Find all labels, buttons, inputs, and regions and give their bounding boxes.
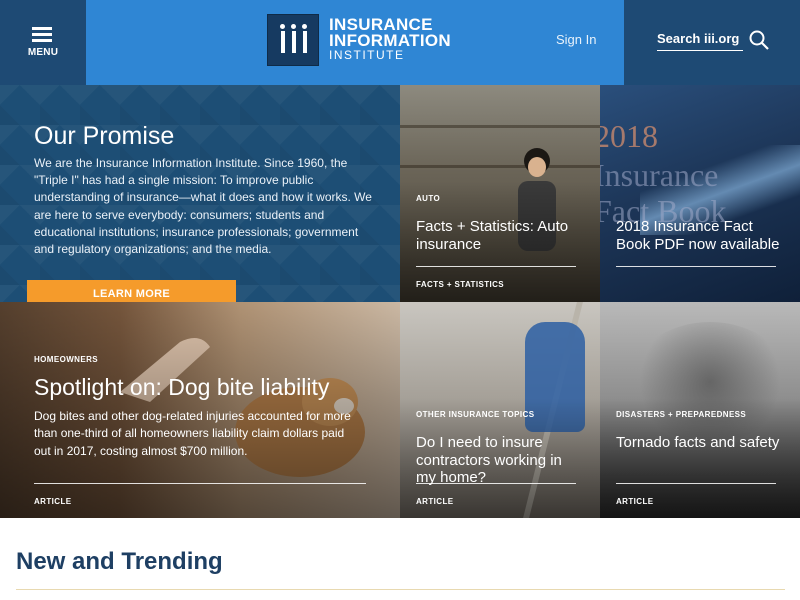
- search-area: Search iii.org: [624, 0, 800, 85]
- fact-book-cover-line2: Insurance: [600, 157, 719, 193]
- homeowners-title[interactable]: Spotlight on: Dog bite liability: [34, 374, 329, 401]
- contractors-category: OTHER INSURANCE TOPICS: [416, 410, 535, 419]
- shelf-decor: [400, 125, 600, 128]
- fact-book-tile[interactable]: 2018 Insurance Fact Book 2018 Insurance …: [600, 85, 800, 302]
- learn-more-button[interactable]: LEARN MORE: [27, 280, 236, 302]
- search-underline: [657, 50, 743, 51]
- new-and-trending-heading: New and Trending: [16, 548, 223, 575]
- auto-footer: FACTS + STATISTICS: [416, 280, 505, 289]
- auto-title[interactable]: Facts + Statistics: Auto insurance: [416, 218, 586, 253]
- hamburger-icon: [32, 27, 52, 43]
- contractors-title[interactable]: Do I need to insure contractors working …: [416, 434, 586, 487]
- search-input[interactable]: Search iii.org: [657, 31, 739, 46]
- promise-heading: Our Promise: [34, 122, 175, 150]
- trending-divider: [16, 589, 785, 590]
- contractors-divider: [416, 483, 576, 484]
- contractors-footer: ARTICLE: [416, 497, 454, 506]
- homeowners-category: HOMEOWNERS: [34, 355, 98, 364]
- tornado-tile[interactable]: DISASTERS + PREPAREDNESS Tornado facts a…: [600, 302, 800, 518]
- fact-book-title[interactable]: 2018 Insurance Fact Book PDF now availab…: [616, 218, 791, 253]
- auto-tile[interactable]: AUTO Facts + Statistics: Auto insurance …: [400, 85, 600, 302]
- shelf-decor: [400, 165, 600, 168]
- iii-logo-icon[interactable]: [267, 14, 319, 66]
- logo-line3: INSTITUTE: [329, 48, 405, 62]
- homeowners-description: Dog bites and other dog-related injuries…: [34, 409, 351, 458]
- tornado-title[interactable]: Tornado facts and safety: [616, 434, 786, 452]
- our-promise-panel: Our Promise We are the Insurance Informa…: [0, 85, 400, 302]
- fact-book-cover-year: 2018: [600, 118, 658, 154]
- auto-category: AUTO: [416, 194, 441, 203]
- site-header: MENU INSURANCE INFORMATION INSTITUTE Sig…: [0, 0, 800, 85]
- logo-wordmark[interactable]: INSURANCE INFORMATION INSTITUTE: [329, 16, 451, 62]
- sign-in-link[interactable]: Sign In: [556, 32, 596, 47]
- tornado-divider: [616, 483, 776, 484]
- promise-body: We are the Insurance Information Institu…: [34, 156, 372, 257]
- menu-label: MENU: [27, 47, 59, 58]
- search-icon[interactable]: [749, 30, 769, 50]
- homeowners-tile[interactable]: HOMEOWNERS Spotlight on: Dog bite liabil…: [0, 302, 400, 518]
- logo-line2: INFORMATION: [329, 31, 451, 50]
- menu-button[interactable]: MENU: [0, 0, 86, 85]
- auto-divider: [416, 266, 576, 267]
- tornado-footer: ARTICLE: [616, 497, 654, 506]
- homeowners-divider: [34, 483, 366, 484]
- homeowners-footer: ARTICLE: [34, 497, 72, 506]
- contractors-tile[interactable]: OTHER INSURANCE TOPICS Do I need to insu…: [400, 302, 600, 518]
- fact-book-divider: [616, 266, 776, 267]
- brand-bar: INSURANCE INFORMATION INSTITUTE Sign In: [86, 0, 624, 85]
- tornado-category: DISASTERS + PREPAREDNESS: [616, 410, 747, 419]
